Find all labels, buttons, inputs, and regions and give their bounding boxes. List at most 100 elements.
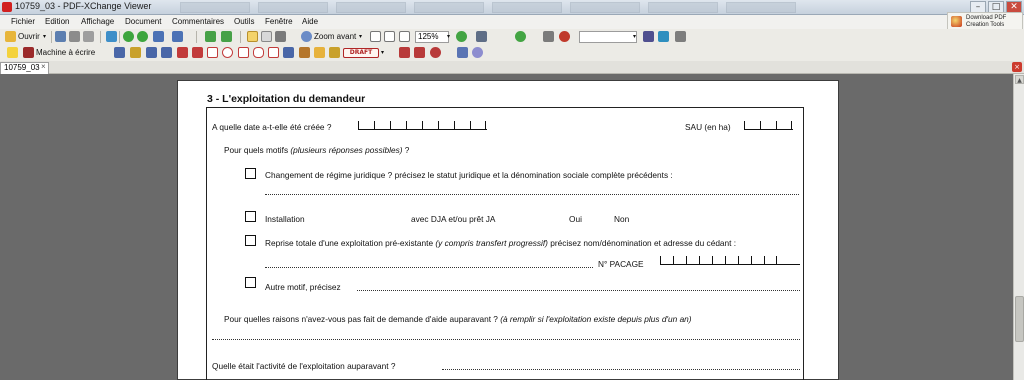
zoom-level-dropdown-icon[interactable]: ▾ — [447, 33, 450, 40]
highlight-text-icon[interactable] — [130, 47, 141, 58]
distance-icon[interactable] — [399, 47, 410, 58]
options-icon[interactable] — [675, 31, 686, 42]
rotate-right-icon[interactable] — [221, 31, 232, 42]
fit-page-icon[interactable] — [384, 31, 395, 42]
strikeout-icon[interactable] — [146, 47, 157, 58]
menu-document[interactable]: Document — [125, 17, 161, 26]
sound-icon[interactable] — [472, 47, 483, 58]
print-icon[interactable] — [69, 31, 80, 42]
eraser-icon[interactable] — [314, 47, 325, 58]
zoom-in-icon[interactable] — [301, 31, 312, 42]
pencil-icon[interactable] — [299, 47, 310, 58]
open-dropdown-icon[interactable]: ▾ — [43, 33, 46, 40]
pdf-viewer-window: 10759_03 - PDF-XChange Viewer – □ ✕ Fich… — [0, 0, 1024, 380]
answer-line[interactable] — [265, 194, 799, 195]
close-document-icon[interactable]: × — [1012, 62, 1022, 72]
cloud-icon[interactable] — [253, 47, 264, 58]
yes-label: Oui — [569, 214, 582, 224]
email-icon[interactable] — [106, 31, 117, 42]
area-icon[interactable] — [430, 47, 441, 58]
rectangle-icon[interactable] — [207, 47, 218, 58]
tab-close-icon[interactable]: × — [41, 62, 46, 72]
hand-tool-icon[interactable] — [247, 31, 258, 42]
menu-commentaires[interactable]: Commentaires — [172, 17, 224, 26]
previous-page-icon[interactable] — [123, 31, 134, 42]
answer-line[interactable] — [442, 369, 800, 370]
checkbox-other[interactable] — [245, 277, 256, 288]
rotate-left-icon[interactable] — [205, 31, 216, 42]
date-question: A quelle date a-t-elle été créée ? — [212, 122, 332, 132]
answer-line[interactable] — [357, 290, 800, 291]
comment-toolbar: Machine à écrire DRAFT ▾ — [0, 45, 1024, 61]
menu-outils[interactable]: Outils — [234, 17, 254, 26]
fit-width-icon[interactable] — [399, 31, 410, 42]
go-icon[interactable] — [515, 31, 526, 42]
next-page-icon[interactable] — [137, 31, 148, 42]
undo-icon[interactable] — [153, 31, 164, 42]
browser-icon[interactable] — [658, 31, 669, 42]
draft-stamp-button[interactable]: DRAFT — [343, 48, 379, 58]
menu-fichier[interactable]: Fichier — [11, 17, 35, 26]
find-icon[interactable] — [476, 31, 487, 42]
highlight-search-icon[interactable] — [559, 31, 570, 42]
pin-icon[interactable] — [283, 47, 294, 58]
highlighter-icon[interactable] — [329, 47, 340, 58]
option-legal-change: Changement de régime juridique ? précise… — [265, 170, 673, 180]
zoom-plus-icon[interactable] — [456, 31, 467, 42]
search-dropdown-icon[interactable]: ▾ — [633, 33, 636, 40]
zoom-in-label[interactable]: Zoom avant — [314, 32, 356, 41]
open-folder-icon[interactable] — [5, 31, 16, 42]
text-box-icon[interactable] — [114, 47, 125, 58]
document-tab[interactable]: 10759_03 × — [0, 62, 49, 74]
zoom-level-field[interactable]: 125% — [415, 31, 449, 43]
menu-bar: Fichier Edition Affichage Document Comme… — [0, 15, 1024, 29]
download-creation-tools-banner[interactable]: Download PDF Creation Tools — [947, 12, 1023, 30]
sau-label: SAU (en ha) — [685, 122, 731, 132]
ghost-tab — [336, 2, 406, 13]
link-icon[interactable] — [543, 31, 554, 42]
sticky-note-icon[interactable] — [7, 47, 18, 58]
typewriter-label[interactable]: Machine à écrire — [36, 48, 95, 57]
document-tab-strip: 10759_03 × × — [0, 61, 1024, 74]
polygon-icon[interactable] — [238, 47, 249, 58]
snapshot-icon[interactable] — [275, 31, 286, 42]
menu-edition[interactable]: Edition — [45, 17, 69, 26]
oval-icon[interactable] — [222, 47, 233, 58]
ghost-tab — [414, 2, 484, 13]
polyline-icon[interactable] — [268, 47, 279, 58]
checkbox-legal-change[interactable] — [245, 168, 256, 179]
promo-line-2: Creation Tools — [966, 22, 1005, 28]
app-icon — [2, 2, 12, 12]
perimeter-icon[interactable] — [414, 47, 425, 58]
menu-aide[interactable]: Aide — [302, 17, 318, 26]
answer-line[interactable] — [265, 267, 593, 268]
section-heading: 3 - L'exploitation du demandeur — [207, 93, 366, 105]
no-label: Non — [614, 214, 630, 224]
redo-icon[interactable] — [172, 31, 183, 42]
attach-file-icon[interactable] — [457, 47, 468, 58]
line-icon[interactable] — [192, 47, 203, 58]
zoom-dropdown-icon[interactable]: ▾ — [359, 33, 362, 40]
underline-icon[interactable] — [161, 47, 172, 58]
option-installation-dja: avec DJA et/ou prêt JA — [411, 214, 496, 224]
select-text-icon[interactable] — [261, 31, 272, 42]
open-button-label[interactable]: Ouvrir — [18, 32, 40, 41]
menu-affichage[interactable]: Affichage — [81, 17, 114, 26]
find-next-icon[interactable] — [643, 31, 654, 42]
search-input[interactable] — [579, 31, 637, 43]
checkbox-takeover[interactable] — [245, 235, 256, 246]
vertical-scrollbar[interactable]: ▲ — [1013, 74, 1024, 380]
previous-activity-question: Quelle était l'activité de l'exploitatio… — [212, 361, 396, 371]
menu-fenetre[interactable]: Fenêtre — [265, 17, 293, 26]
ghost-tab — [726, 2, 796, 13]
stamp-dropdown-icon[interactable]: ▾ — [381, 49, 384, 56]
arrow-icon[interactable] — [177, 47, 188, 58]
answer-line[interactable] — [212, 339, 800, 340]
scrollbar-thumb[interactable] — [1015, 296, 1024, 342]
actual-size-icon[interactable] — [370, 31, 381, 42]
save-icon[interactable] — [55, 31, 66, 42]
scroll-up-icon[interactable]: ▲ — [1015, 75, 1024, 84]
scan-icon[interactable] — [83, 31, 94, 42]
typewriter-icon[interactable] — [23, 47, 34, 58]
checkbox-installation[interactable] — [245, 211, 256, 222]
